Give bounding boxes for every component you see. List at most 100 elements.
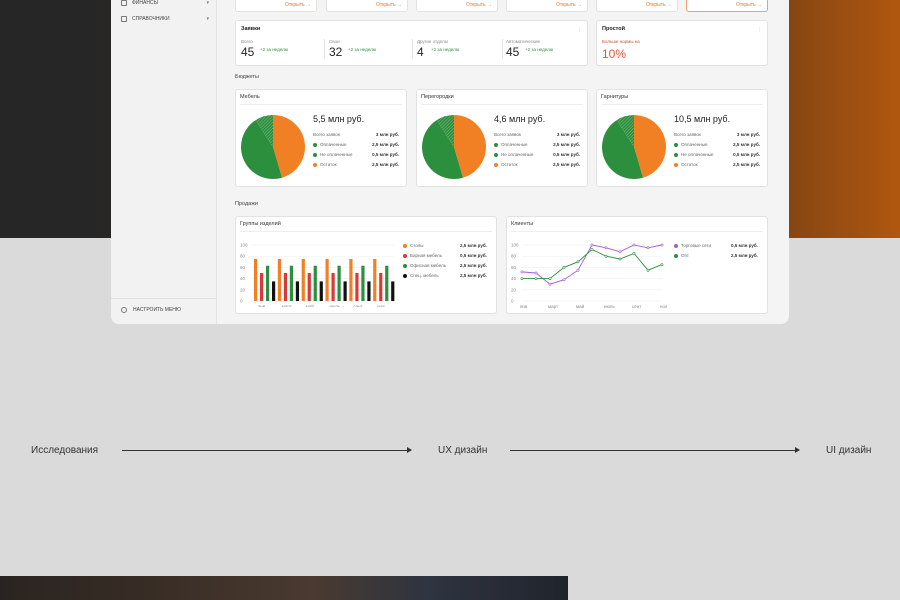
open-link[interactable]: Открыть → xyxy=(285,2,311,8)
data-point xyxy=(562,266,566,269)
bar xyxy=(301,259,305,301)
divider xyxy=(601,104,763,105)
card-title: Перегородки xyxy=(421,94,454,100)
data-point xyxy=(604,246,608,250)
stat-delta: +2 за неделю xyxy=(260,47,289,52)
pie-chart xyxy=(241,115,305,179)
legend-total: Всего заявок 3 млн руб. xyxy=(674,132,760,137)
legend-value: 3 млн руб. xyxy=(556,132,580,137)
downtime-value: 10% xyxy=(602,47,627,61)
legend-value: 0,5 млн руб. xyxy=(553,152,580,157)
legend-value: 2,5 млн руб. xyxy=(733,142,760,147)
legend-label: Оплаченные xyxy=(320,142,347,147)
legend-label: Остаток xyxy=(681,162,698,167)
stat-value: 45 xyxy=(241,45,255,59)
legend-value: 3 млн руб. xyxy=(375,132,399,137)
legend-value: 2,5 млн руб. xyxy=(553,162,580,167)
requests-card: Заявки ⋮ Всего 45 +2 за неделю Свои 32 +… xyxy=(235,20,588,66)
y-tick-label: 0 xyxy=(511,299,514,304)
card-title: Мебель xyxy=(240,94,260,100)
open-link[interactable]: Открыть → xyxy=(376,2,402,8)
legend-label: Всего заявок xyxy=(674,132,701,137)
data-point xyxy=(646,246,650,250)
arrow-right-icon xyxy=(122,447,412,453)
legend-item: Оплаченные 2,5 млн руб. xyxy=(313,142,399,147)
y-tick-label: 0 xyxy=(240,299,243,304)
legend-item: Остаток 2,5 млн руб. xyxy=(313,162,399,167)
bar xyxy=(331,273,335,301)
open-link[interactable]: Открыть → xyxy=(556,2,582,8)
legend-dot xyxy=(403,273,407,278)
sidebar-item-finance[interactable]: ФИНАНСЫ ▾ xyxy=(121,0,209,6)
open-link[interactable]: Открыть → xyxy=(466,2,492,8)
card-title: Гарнитуры xyxy=(601,94,629,100)
bar xyxy=(289,265,294,301)
line-chart: 0 20 40 60 80 100 янв март май июль сент ноя xyxy=(511,243,667,310)
x-tick-label: март xyxy=(282,304,292,307)
legend-value: 2,5 млн руб. xyxy=(731,253,758,258)
legend-label: Барная мебель xyxy=(410,253,443,258)
finance-icon xyxy=(121,0,127,6)
legend-item: Не оплаченные 0,5 млн руб. xyxy=(494,152,580,157)
bar xyxy=(379,273,383,301)
sidebar-item-label: СПРАВОЧНИКИ xyxy=(132,16,170,22)
bar xyxy=(260,273,264,301)
stat-label: Всего xyxy=(241,39,253,44)
open-link[interactable]: Открыть → xyxy=(646,2,672,8)
process-step-ui: UI дизайн xyxy=(826,445,872,456)
legend-label: Остаток xyxy=(320,162,337,167)
stat-delta: +2 за неделю xyxy=(525,47,554,52)
top-card: Открыть → xyxy=(506,0,588,12)
data-point xyxy=(534,277,538,281)
top-card: Открыть → xyxy=(416,0,498,12)
main-content: Открыть → Открыть → Открыть → Открыть → … xyxy=(228,0,780,324)
data-point xyxy=(618,257,622,261)
legend-dot xyxy=(674,253,678,258)
legend-dot xyxy=(494,162,498,167)
stat-value: 32 xyxy=(329,45,343,59)
more-icon[interactable]: ⋮ xyxy=(757,27,762,33)
legend-label: Торговые сети xyxy=(681,243,712,248)
x-tick-label: сент xyxy=(353,304,362,307)
bar xyxy=(266,265,270,301)
more-icon[interactable]: ⋮ xyxy=(577,27,582,33)
bar xyxy=(361,265,365,301)
x-tick-label: май xyxy=(306,303,315,307)
open-link[interactable]: Открыть → xyxy=(736,2,762,8)
bar xyxy=(277,259,282,301)
downtime-note: Больше нормы на xyxy=(602,39,640,44)
data-point xyxy=(534,271,538,275)
legend-total: Всего заявок 3 млн руб. xyxy=(313,132,399,137)
y-tick-label: 20 xyxy=(240,287,246,292)
customize-menu-button[interactable]: НАСТРОИТЬ МЕНЮ xyxy=(121,307,181,313)
stat-label: Другие отделы xyxy=(417,39,448,44)
legend-value: 0,5 млн руб. xyxy=(733,152,760,157)
bar xyxy=(349,259,353,301)
legend-item: Не оплаченные 0,5 млн руб. xyxy=(674,152,760,157)
stat-label: Свои xyxy=(329,39,340,44)
process-step-research: Исследования xyxy=(31,445,99,456)
data-point xyxy=(632,243,636,247)
legend-item: Оплаченные 2,5 млн руб. xyxy=(674,142,760,147)
data-point xyxy=(646,268,650,272)
data-point xyxy=(590,248,594,251)
card-title: Простой xyxy=(602,26,626,32)
data-point xyxy=(548,282,552,286)
stat-label: Автоматические xyxy=(506,39,540,44)
bar xyxy=(272,281,276,301)
bar xyxy=(307,273,311,301)
legend-item: Опт 2,5 млн руб. xyxy=(674,253,762,258)
legend-dot xyxy=(494,152,498,157)
x-tick-label: март xyxy=(548,304,558,309)
legend-item: Спец. мебель 2,5 млн руб. xyxy=(403,273,491,278)
data-point xyxy=(576,260,580,264)
budget-card-furniture: Мебель 5,5 млн руб. Всего заявок 3 млн руб.… xyxy=(235,89,407,187)
pie-chart xyxy=(602,115,666,179)
divider xyxy=(412,39,413,59)
y-tick-label: 80 xyxy=(240,254,246,259)
legend-dot xyxy=(674,142,678,147)
sidebar-item-directories[interactable]: СПРАВОЧНИКИ ▾ xyxy=(121,16,209,22)
legend-value: 2,5 млн руб. xyxy=(553,142,580,147)
legend-total: Всего заявок 3 млн руб. xyxy=(494,132,580,137)
x-tick-label: май xyxy=(576,303,585,309)
